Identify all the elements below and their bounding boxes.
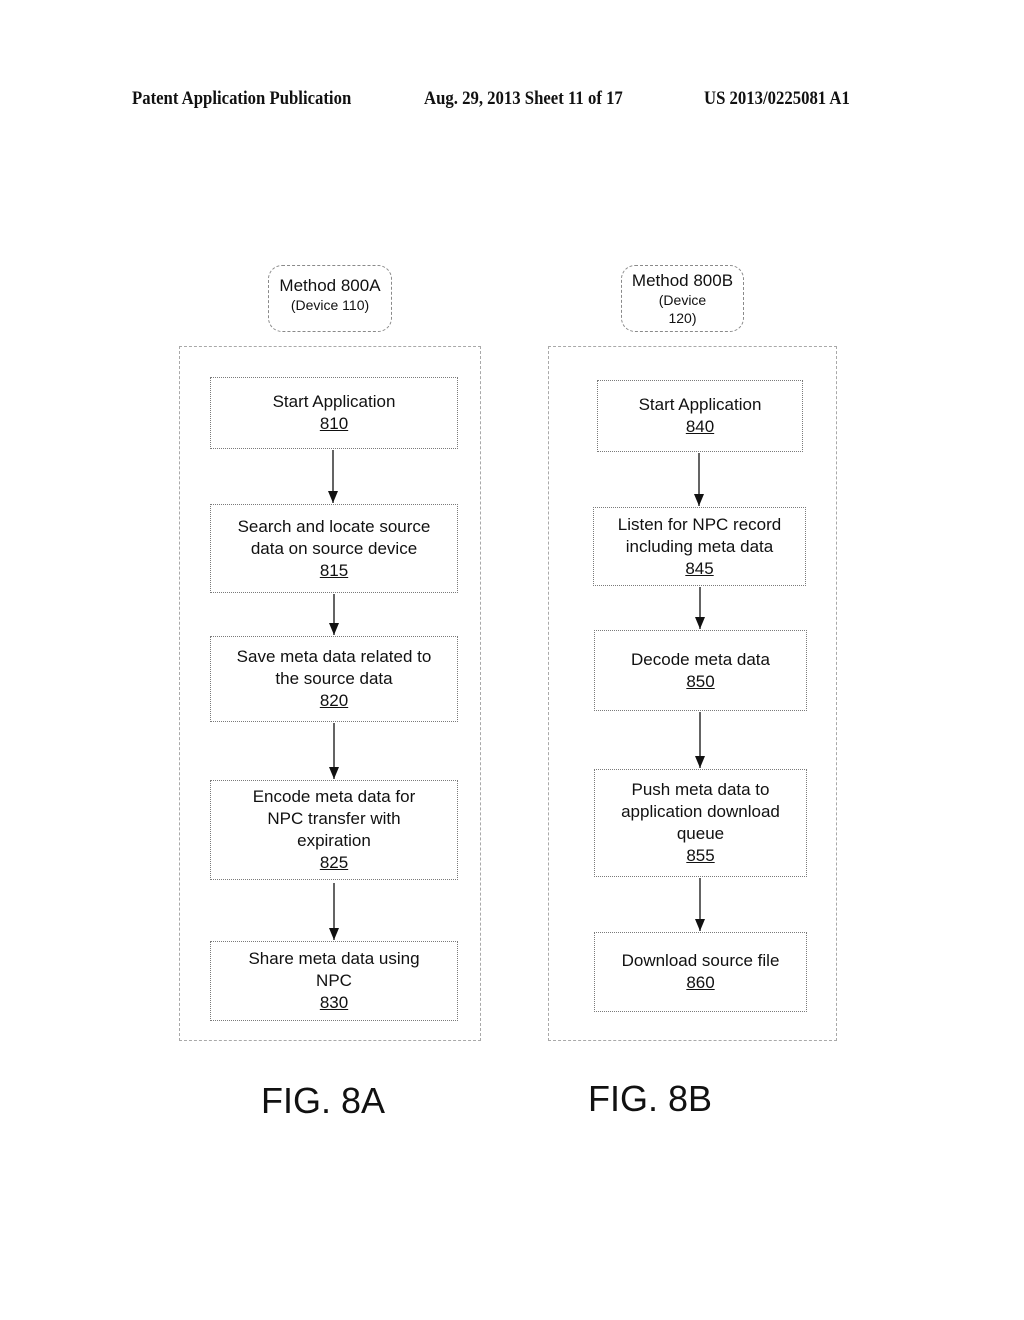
method-device: (Device 110) xyxy=(290,297,370,313)
step-label: Start Application xyxy=(272,392,396,411)
step-850: Decode meta data 850 xyxy=(594,630,807,711)
step-840: Start Application 840 xyxy=(597,380,803,452)
step-number: 825 xyxy=(319,853,349,872)
step-label: Download source file xyxy=(621,951,780,970)
method-800b-label: Method 800B (Device 120) xyxy=(621,265,744,332)
step-810: Start Application 810 xyxy=(210,377,458,449)
step-label: Encode meta data for NPC transfer with e… xyxy=(252,787,416,850)
step-number: 820 xyxy=(319,691,349,710)
figure-label-8a: FIG. 8A xyxy=(261,1080,386,1121)
step-845: Listen for NPC record including meta dat… xyxy=(593,507,806,586)
patent-number: US 2013/0225081 A1 xyxy=(704,88,850,109)
step-label: Start Application xyxy=(638,395,762,414)
method-title: Method 800A xyxy=(279,276,381,295)
step-number: 830 xyxy=(319,993,349,1012)
step-label: Push meta data to application download q… xyxy=(621,780,780,843)
step-number: 815 xyxy=(319,560,349,580)
step-825: Encode meta data for NPC transfer with e… xyxy=(210,780,458,880)
step-855: Push meta data to application download q… xyxy=(594,769,807,877)
publication-label: Patent Application Publication xyxy=(132,88,352,109)
figure-label-8b: FIG. 8B xyxy=(588,1078,713,1119)
step-number: 850 xyxy=(686,671,715,691)
step-label: Share meta data using NPC xyxy=(248,949,420,990)
step-number: 840 xyxy=(685,417,715,436)
patent-header: Patent Application Publication Aug. 29, … xyxy=(0,88,1024,114)
method-device: (Device 120) xyxy=(658,292,707,326)
method-title: Method 800B xyxy=(631,271,734,290)
step-label: Decode meta data xyxy=(631,649,770,669)
step-number: 860 xyxy=(686,973,715,992)
step-label: Save meta data related to the source dat… xyxy=(236,647,432,688)
step-815: Search and locate source data on source … xyxy=(210,504,458,593)
method-800a-label: Method 800A (Device 110) xyxy=(268,265,392,332)
step-830: Share meta data using NPC 830 xyxy=(210,941,458,1021)
step-820: Save meta data related to the source dat… xyxy=(210,636,458,722)
step-label: Search and locate source data on source … xyxy=(237,516,431,558)
step-number: 855 xyxy=(686,846,715,865)
step-label: Listen for NPC record including meta dat… xyxy=(617,514,782,556)
flow-arrows xyxy=(328,450,705,940)
step-860: Download source file 860 xyxy=(594,932,807,1012)
step-number: 845 xyxy=(685,558,714,578)
step-number: 810 xyxy=(319,414,349,433)
date-sheet-label: Aug. 29, 2013 Sheet 11 of 17 xyxy=(424,88,623,109)
